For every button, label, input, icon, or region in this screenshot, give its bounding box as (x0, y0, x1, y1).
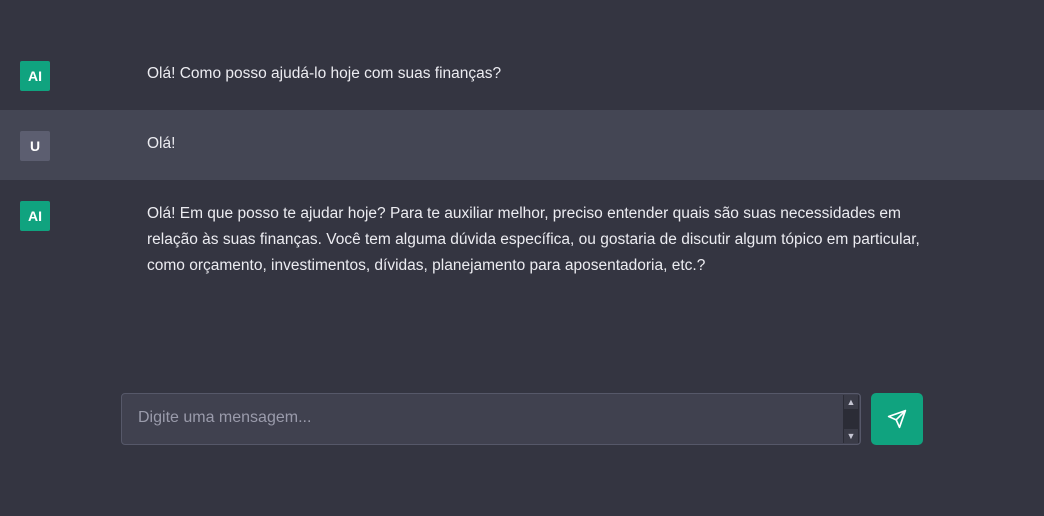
message-text: Olá! Em que posso te ajudar hoje? Para t… (147, 205, 920, 274)
input-scrollbar[interactable]: ▲ ▼ (843, 395, 859, 443)
message-ai: AI Olá! Em que posso te ajudar hoje? Par… (0, 180, 1044, 300)
message-input[interactable] (122, 394, 840, 444)
ai-avatar: AI (20, 61, 50, 91)
composer: ▲ ▼ (121, 393, 861, 445)
message-input-box: ▲ ▼ (121, 393, 861, 445)
message-text: Olá! (147, 135, 176, 152)
message-ai: AI Olá! Como posso ajudá-lo hoje com sua… (0, 40, 1044, 110)
ai-avatar: AI (20, 201, 50, 231)
triangle-up-icon[interactable]: ▲ (844, 395, 858, 409)
triangle-down-icon[interactable]: ▼ (844, 429, 858, 443)
message-user: U Olá! (0, 110, 1044, 180)
chat-thread: AI Olá! Como posso ajudá-lo hoje com sua… (0, 40, 1044, 300)
send-button[interactable] (871, 393, 923, 445)
send-icon (887, 409, 907, 429)
message-text: Olá! Como posso ajudá-lo hoje com suas f… (147, 65, 502, 82)
user-avatar: U (20, 131, 50, 161)
